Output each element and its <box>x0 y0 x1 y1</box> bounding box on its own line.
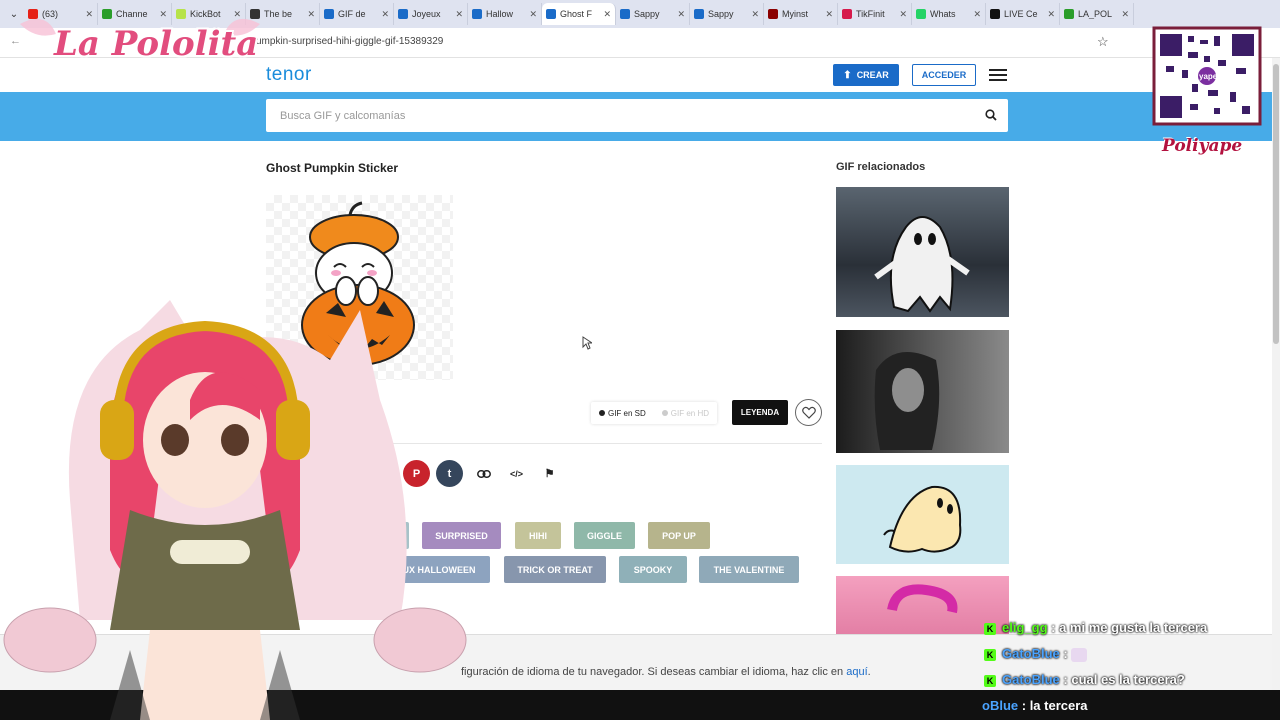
language-link[interactable]: aquí <box>846 666 867 678</box>
page-title: Ghost Pumpkin Sticker <box>266 161 399 175</box>
qr-caption: Poliyape <box>1162 136 1243 156</box>
tab-label: Myinst <box>782 9 809 19</box>
ghost-cartoon-image <box>874 216 970 313</box>
tab-favicon-icon <box>472 9 482 19</box>
related-gif-1[interactable] <box>836 187 1009 317</box>
tab-label: Whats <box>930 9 956 19</box>
browser-tab[interactable]: Ghost F ✕ <box>542 3 616 25</box>
tab-label: The be <box>264 9 293 19</box>
browser-tab[interactable]: Sappy ✕ <box>616 3 690 25</box>
browser-tab[interactable]: LA_POL ✕ <box>1060 3 1134 25</box>
stream-logo: La Pololita <box>16 14 264 76</box>
create-label: CREAR <box>856 70 889 80</box>
kick-icon: K <box>984 648 996 661</box>
tab-close-icon[interactable]: ✕ <box>603 9 611 20</box>
mouse-cursor-icon <box>582 336 592 350</box>
tab-close-icon[interactable]: ✕ <box>307 9 315 20</box>
tab-label: LA_POL <box>1078 9 1113 19</box>
chat-message: K GatoBlue : <box>984 646 1280 662</box>
tab-favicon-icon <box>398 9 408 19</box>
tab-close-icon[interactable]: ✕ <box>677 9 685 20</box>
related-title: GIF relacionados <box>836 161 926 173</box>
related-gif-3[interactable] <box>836 465 1009 564</box>
browser-tab[interactable]: GIF de ✕ <box>320 3 394 25</box>
menu-icon[interactable] <box>989 69 1007 84</box>
search-input[interactable] <box>266 99 966 132</box>
tab-label: LIVE Ce <box>1004 9 1038 19</box>
vtuber-avatar <box>0 290 470 720</box>
quality-sd-option[interactable]: GIF en SD <box>598 409 646 418</box>
quality-toggle: GIF en SD GIF en HD <box>591 402 717 424</box>
yape-qr-card: yape Poliyape <box>1144 6 1280 160</box>
tab-close-icon[interactable]: ✕ <box>1047 9 1055 20</box>
tab-favicon-icon <box>1064 9 1074 19</box>
login-button[interactable]: ACCEDER <box>912 64 976 86</box>
person-photo-image <box>874 352 940 450</box>
tab-favicon-icon <box>990 9 1000 19</box>
chat-message: Kelig_gg : a mi me gusta la tercera <box>984 620 1280 635</box>
ghost-sticker-image <box>883 485 962 553</box>
kick-icon: K <box>984 674 996 687</box>
tag-pill[interactable]: THE VALENTINE <box>699 556 799 583</box>
tab-label: TikFinit <box>856 9 885 19</box>
report-flag-icon[interactable]: ⚑ <box>536 460 563 487</box>
browser-tab[interactable]: Joyeux ✕ <box>394 3 468 25</box>
chat-message-current: oBlue : la tercera <box>982 698 1088 713</box>
tab-close-icon[interactable]: ✕ <box>1121 9 1129 20</box>
language-notice-text: figuración de idioma de tu navegador. Si… <box>461 666 871 678</box>
kick-icon: K <box>984 622 996 635</box>
tab-favicon-icon <box>768 9 778 19</box>
qr-label: yape <box>1199 72 1218 81</box>
quality-hd-option[interactable]: GIF en HD <box>661 409 709 418</box>
tag-pill[interactable]: TRICK OR TREAT <box>504 556 606 583</box>
tag-pill[interactable]: POP UP <box>648 522 710 549</box>
tab-label: Sappy <box>634 9 660 19</box>
create-button[interactable]: ⬆ CREAR <box>833 64 899 86</box>
tab-close-icon[interactable]: ✕ <box>973 9 981 20</box>
browser-tab[interactable]: Myinst ✕ <box>764 3 838 25</box>
tab-close-icon[interactable]: ✕ <box>529 9 537 20</box>
search-band <box>0 92 1280 141</box>
bookmark-star-icon[interactable]: ☆ <box>1097 34 1109 50</box>
emote-icon <box>1071 647 1088 662</box>
search-icon[interactable] <box>985 109 997 121</box>
tab-favicon-icon <box>546 9 556 19</box>
tab-favicon-icon <box>694 9 704 19</box>
search-box <box>266 99 1008 132</box>
stream-logo-text: La Pololita <box>54 24 259 64</box>
tab-favicon-icon <box>916 9 926 19</box>
tag-pill[interactable]: HIHI <box>515 522 561 549</box>
tab-close-icon[interactable]: ✕ <box>751 9 759 20</box>
tag-pill[interactable]: SPOOKY <box>619 556 687 583</box>
caption-button[interactable]: LEYENDA <box>732 400 788 425</box>
browser-tab[interactable]: Sappy ✕ <box>690 3 764 25</box>
copy-link-icon[interactable] <box>470 460 497 487</box>
browser-tab[interactable]: Whats ✕ <box>912 3 986 25</box>
tab-label: Hallow <box>486 9 514 19</box>
upload-icon: ⬆ <box>843 69 852 81</box>
browser-tab[interactable]: TikFinit ✕ <box>838 3 912 25</box>
tab-label: Joyeux <box>412 9 441 19</box>
tab-close-icon[interactable]: ✕ <box>455 9 463 20</box>
tab-label: Sappy <box>708 9 734 19</box>
tab-close-icon[interactable]: ✕ <box>381 9 389 20</box>
tab-favicon-icon <box>324 9 334 19</box>
tag-pill[interactable]: GIGGLE <box>574 522 635 549</box>
tab-favicon-icon <box>620 9 630 19</box>
related-gif-2[interactable] <box>836 330 1009 453</box>
tab-favicon-icon <box>842 9 852 19</box>
tenor-logo[interactable]: tenor <box>266 64 312 86</box>
browser-tab[interactable]: Hallow ✕ <box>468 3 542 25</box>
tab-close-icon[interactable]: ✕ <box>825 9 833 20</box>
url-text[interactable]: umpkin-surprised-hihi-giggle-gif-1538932… <box>256 36 443 47</box>
tab-label: Ghost F <box>560 9 593 19</box>
embed-code-icon[interactable]: </> <box>503 460 530 487</box>
browser-tab[interactable]: LIVE Ce ✕ <box>986 3 1060 25</box>
chat-message: K GatoBlue : cual es la tercera? <box>984 672 1280 687</box>
favorite-heart-icon[interactable] <box>795 399 822 426</box>
tab-label: GIF de <box>338 9 366 19</box>
tab-close-icon[interactable]: ✕ <box>899 9 907 20</box>
